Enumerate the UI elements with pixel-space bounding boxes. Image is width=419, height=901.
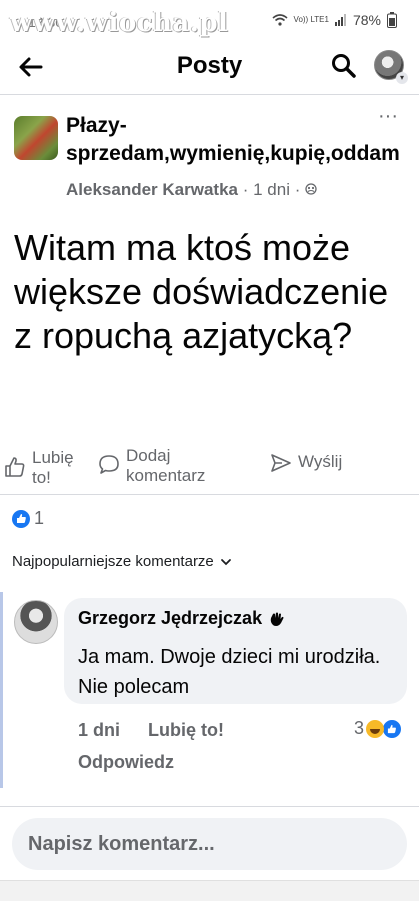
comment-reply-button[interactable]: Odpowiedz [78,752,174,773]
actions-divider [0,494,419,495]
comment-icon [99,455,119,474]
share-button[interactable]: Wyślij [270,452,342,474]
comments-sort-dropdown[interactable]: Najpopularniejsze komentarze [12,553,232,570]
more-dots-icon: ··· [378,105,398,127]
comment-input[interactable]: Napisz komentarz... [12,818,407,870]
group-avatar[interactable] [14,116,58,160]
post-actions: Lubię to! Dodaj komentarz Wyślij [0,444,419,494]
post-author[interactable]: Aleksander Karwatka [66,180,238,199]
like-reaction-icon [382,718,403,739]
more-options-button[interactable]: ··· [376,106,400,130]
bottom-nav-strip [0,880,419,901]
commenter-avatar[interactable] [14,600,58,644]
members-icon [305,183,317,195]
like-reaction-icon [12,509,30,528]
thumbs-up-icon [5,457,25,477]
comment-like-button[interactable]: Lubię to! [148,720,224,741]
like-button[interactable]: Lubię to! [4,448,94,488]
commenter-name-row: Grzegorz Jędrzejczak [78,608,286,629]
comment-text: Ja mam. Dwoje dzieci mi urodziła. Nie po… [78,646,381,698]
chevron-down-icon: ▾ [396,72,408,84]
post-body: Witam ma ktoś może większe doświadczenie… [14,227,389,356]
comment-highlight-bar [0,592,3,788]
comment-reactions[interactable]: 3 [354,718,403,739]
search-icon [332,54,356,78]
chevron-down-icon [220,558,231,565]
signal-icon [334,14,346,26]
status-icons: Vo)) LTE1 78% [272,12,397,28]
network-label: Vo)) LTE1 [293,15,329,24]
search-button[interactable] [330,52,358,80]
status-bar: 12:30 www.wiocha.pl Vo)) LTE1 78% [0,0,419,40]
commenter-name[interactable]: Grzegorz Jędrzejczak [78,608,262,629]
app-header: Posty ▾ [0,40,419,94]
header-divider [0,94,419,95]
haha-reaction-icon [366,719,385,738]
comment-button[interactable]: Dodaj komentarz [98,446,216,486]
meta-separator-2: · [294,180,301,199]
like-label: Lubię to! [32,448,74,487]
waving-hand-icon [270,612,284,626]
post-reactions[interactable]: 1 [12,508,44,529]
post-meta: Aleksander Karwatka · 1 dni · [66,180,317,200]
send-icon [271,454,291,472]
profile-menu-button[interactable]: ▾ [374,50,408,84]
wifi-icon [272,14,288,26]
post-reaction-count: 1 [34,508,45,528]
comment-reaction-count: 3 [354,718,365,738]
post-time[interactable]: 1 dni [253,180,290,199]
sort-label: Najpopularniejsze komentarze [12,553,214,570]
back-arrow-icon [19,57,43,77]
comment-time[interactable]: 1 dni [78,720,120,741]
comment-label: Dodaj komentarz [126,446,206,485]
share-label: Wyślij [298,452,343,471]
battery-label: 78% [352,12,381,28]
composer-divider [0,806,419,807]
battery-icon [387,12,397,28]
group-name[interactable]: Płazy-sprzedam,wymienię,kupię,oddam [66,112,400,168]
watermark: www.wiocha.pl [10,8,229,38]
comment-input-placeholder: Napisz komentarz... [28,833,215,855]
meta-separator: · [242,180,249,199]
back-button[interactable] [14,50,48,84]
